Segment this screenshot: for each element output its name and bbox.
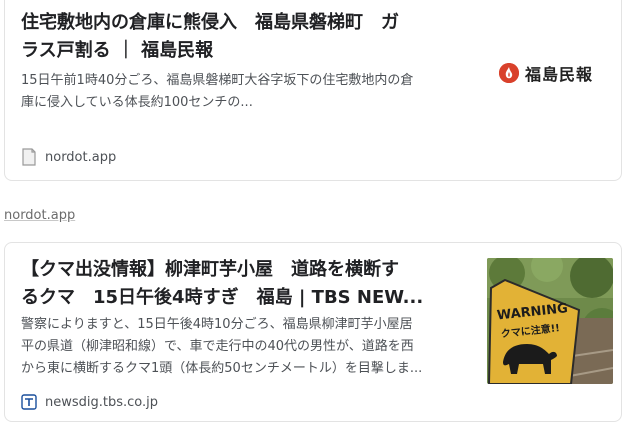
snippet-line-1: 警察によりますと、15日午後4時10分ごろ、福島県柳津町芋小屋居	[21, 317, 413, 332]
result-title[interactable]: 【クマ出没情報】柳津町芋小屋 道路を横断す るクマ 15日午後4時すぎ 福島 |…	[21, 256, 481, 312]
result-title[interactable]: 住宅敷地内の倉庫に熊侵入 福島県磐梯町 ガ ラス戸割る ｜ 福島民報	[21, 9, 481, 65]
bear-warning-sign-thumbnail[interactable]: WARNING クマに注意!!	[487, 258, 613, 384]
result-snippet: 警察によりますと、15日午後4時10分ごろ、福島県柳津町芋小屋居 平の県道（柳津…	[21, 314, 481, 380]
tbs-icon	[21, 393, 37, 411]
result-title-line-1[interactable]: 住宅敷地内の倉庫に熊侵入 福島県磐梯町 ガ	[21, 9, 481, 37]
result-title-line-2[interactable]: るクマ 15日午後4時すぎ 福島 | TBS NEW...	[21, 284, 481, 312]
snippet-line-1: 15日午前1時40分ごろ、福島県磐梯町大谷字坂下の住宅敷地内の倉	[21, 73, 414, 88]
result-snippet: 15日午前1時40分ごろ、福島県磐梯町大谷字坂下の住宅敷地内の倉 庫に侵入してい…	[21, 70, 471, 114]
publisher-logo: 福島民報	[499, 61, 593, 85]
result-source[interactable]: nordot.app	[21, 148, 116, 166]
flame-logo-icon	[499, 63, 519, 83]
source-link[interactable]: nordot.app	[4, 208, 75, 223]
source-domain[interactable]: newsdig.tbs.co.jp	[45, 395, 158, 410]
snippet-line-2: 庫に侵入している体長約100センチの...	[21, 95, 253, 110]
document-icon	[21, 148, 37, 166]
publisher-logo-text: 福島民報	[525, 65, 594, 84]
result-source[interactable]: newsdig.tbs.co.jp	[21, 393, 158, 411]
result-title-line-2[interactable]: ラス戸割る ｜ 福島民報	[21, 37, 481, 65]
snippet-line-2: 平の県道（柳津昭和線）で、車で走行中の40代の男性が、道路を西	[21, 339, 414, 354]
search-result-card[interactable]: 【クマ出没情報】柳津町芋小屋 道路を横断す るクマ 15日午後4時すぎ 福島 |…	[4, 242, 622, 422]
result-title-line-1[interactable]: 【クマ出没情報】柳津町芋小屋 道路を横断す	[21, 256, 481, 284]
snippet-line-3: から東に横断するクマ1頭（体長約50センチメートル）を目撃しま...	[21, 361, 423, 376]
search-result-card[interactable]: 住宅敷地内の倉庫に熊侵入 福島県磐梯町 ガ ラス戸割る ｜ 福島民報 15日午前…	[4, 0, 622, 181]
source-domain[interactable]: nordot.app	[45, 150, 116, 165]
